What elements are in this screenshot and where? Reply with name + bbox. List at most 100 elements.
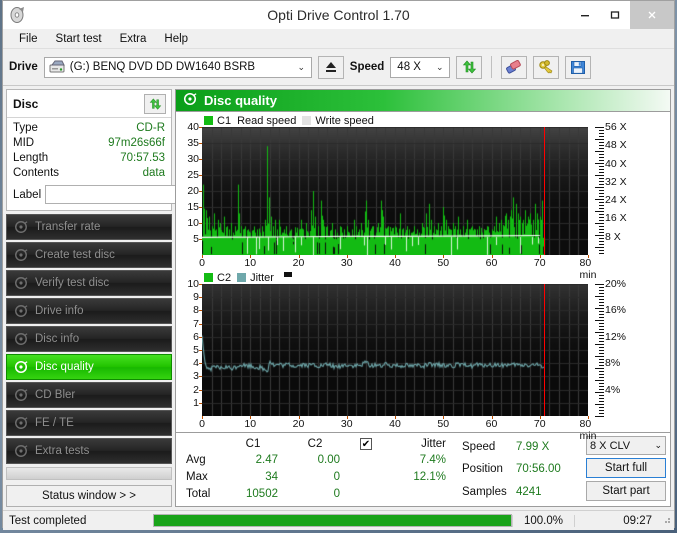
legend-label-read-speed: Read speed bbox=[237, 114, 297, 127]
disc-label-key: Label bbox=[13, 188, 42, 201]
progress-fill bbox=[154, 515, 511, 526]
info-value-samples: 4241 bbox=[516, 485, 542, 498]
progress-bar bbox=[153, 514, 512, 527]
y2-tick-label: 32 X bbox=[605, 175, 627, 188]
menu-item-file[interactable]: File bbox=[11, 31, 46, 47]
menu-bar: File Start test Extra Help bbox=[3, 29, 674, 49]
sidebar-item-transfer-rate[interactable]: Transfer rate bbox=[6, 214, 172, 240]
chevron-down-icon[interactable]: ⌄ bbox=[654, 440, 662, 451]
menu-item-start-test[interactable]: Start test bbox=[48, 31, 110, 47]
x-tick-label: 30 bbox=[340, 257, 353, 269]
disc-value-mid: 97m26s66f bbox=[108, 137, 165, 149]
c1-plot[interactable] bbox=[202, 127, 588, 255]
sidebar-item-cd-bler[interactable]: CD Bler bbox=[6, 382, 172, 408]
scale-mark bbox=[595, 320, 604, 321]
maximize-button[interactable] bbox=[600, 0, 630, 29]
disc-row-contents: Contents data bbox=[13, 166, 165, 181]
y2-tick-label: 16 X bbox=[605, 212, 627, 225]
jitter-checkbox[interactable]: ✔ bbox=[346, 436, 386, 452]
refresh-button[interactable] bbox=[456, 55, 483, 79]
x-tick-label: 0 bbox=[199, 418, 205, 430]
sidebar: Disc Type CD-R MID 97m26s66f Length 70:5… bbox=[6, 89, 247, 507]
scale-mark bbox=[595, 163, 604, 164]
x-tick bbox=[588, 255, 589, 258]
stats-header-jitter: Jitter bbox=[421, 438, 446, 450]
y-tick-label: 30 bbox=[187, 153, 199, 165]
sidebar-item-disc-quality[interactable]: Disc quality bbox=[6, 354, 172, 380]
c1-right-axis-labels: 8 X 16 X 24 X 32 X 40 X 48 X 56 X bbox=[604, 121, 636, 255]
write-strategy-select[interactable]: 8 X CLV ⌄ bbox=[586, 436, 666, 455]
stats-row-label-total: Total bbox=[186, 488, 211, 500]
scale-mark bbox=[595, 211, 604, 212]
chevron-down-icon[interactable]: ⌄ bbox=[294, 62, 309, 73]
c2-plot-row: 1 2 3 4 5 6 7 8 9 10 4% 8% 12% 16% 20% bbox=[178, 278, 668, 417]
start-full-button[interactable]: Start full bbox=[586, 458, 666, 478]
close-button[interactable] bbox=[630, 0, 674, 29]
disc-value-length: 70:57.53 bbox=[120, 152, 165, 164]
c2-y-axis-labels: 1 2 3 4 5 6 7 8 9 10 bbox=[178, 278, 202, 416]
scale-mark bbox=[595, 235, 604, 236]
x-tick bbox=[539, 416, 541, 419]
status-window-button[interactable]: Status window > > bbox=[6, 485, 172, 507]
title-bar: Opti Drive Control 1.70 bbox=[3, 0, 674, 29]
menu-item-extra[interactable]: Extra bbox=[112, 31, 155, 47]
keys-button[interactable] bbox=[533, 55, 560, 79]
x-tick bbox=[443, 255, 445, 258]
legend-item-c2: C2 bbox=[204, 272, 231, 284]
test-controls: 8 X CLV ⌄ Start full Start part bbox=[586, 436, 666, 503]
x-tick bbox=[298, 416, 300, 419]
x-tick-label: 60 bbox=[485, 257, 498, 269]
content-area: Disc quality C1 Read speed Write speed 5… bbox=[175, 89, 671, 507]
menu-item-help[interactable]: Help bbox=[156, 31, 196, 47]
stats-avg-jitter: 7.4% bbox=[419, 454, 446, 466]
sidebar-item-verify-test-disc[interactable]: Verify test disc bbox=[6, 270, 172, 296]
disc-value-type: CD-R bbox=[136, 122, 165, 134]
c2-legend: C2 Jitter bbox=[178, 271, 668, 284]
refresh-icon bbox=[149, 97, 161, 110]
sidebar-item-fe-te[interactable]: FE / TE bbox=[6, 410, 172, 436]
x-tick-label: 50 bbox=[437, 257, 450, 269]
x-tick-label: 10 bbox=[244, 257, 257, 269]
drive-value: (G:) BENQ DVD DD DW1640 BSRB bbox=[69, 61, 256, 73]
status-message: Test completed bbox=[9, 514, 87, 527]
eject-button[interactable] bbox=[317, 55, 344, 79]
c2-right-scale-ticks bbox=[588, 284, 604, 417]
chevron-down-icon[interactable]: ⌄ bbox=[432, 62, 447, 73]
legend-label-write-speed: Write speed bbox=[315, 114, 374, 127]
stats-row-label-avg: Avg bbox=[186, 454, 206, 466]
stats-avg-c1: 2.47 bbox=[255, 454, 278, 466]
x-tick bbox=[202, 255, 203, 258]
scale-mark bbox=[595, 356, 604, 357]
c1-y-axis-labels: 5 10 15 20 25 30 35 40 bbox=[178, 121, 202, 255]
sidebar-item-label: FE / TE bbox=[35, 417, 74, 429]
x-tick bbox=[250, 255, 252, 258]
x-tick-label: 10 bbox=[244, 418, 257, 430]
sidebar-item-label: CD Bler bbox=[35, 389, 76, 401]
resize-grip[interactable] bbox=[660, 513, 674, 528]
erase-button[interactable] bbox=[501, 55, 528, 79]
speed-select[interactable]: 48 X ⌄ bbox=[390, 56, 451, 78]
drive-select[interactable]: (G:) BENQ DVD DD DW1640 BSRB ⌄ bbox=[43, 56, 312, 78]
start-part-button[interactable]: Start part bbox=[586, 481, 666, 501]
sidebar-item-create-test-disc[interactable]: Create test disc bbox=[6, 242, 172, 268]
minimize-button[interactable] bbox=[570, 0, 600, 29]
x-tick-label: 70 bbox=[533, 418, 546, 430]
y2-tick-label: 16% bbox=[605, 304, 627, 317]
stats-corner bbox=[180, 436, 222, 452]
save-button[interactable] bbox=[565, 55, 592, 79]
sidebar-item-label: Drive info bbox=[35, 305, 84, 317]
x-tick bbox=[588, 416, 589, 419]
c1-x-axis: 0 10 20 30 40 50 60 70 80 min bbox=[199, 255, 596, 281]
x-tick bbox=[346, 255, 348, 258]
c2-plot[interactable] bbox=[202, 284, 588, 416]
sidebar-item-extra-tests[interactable]: Extra tests bbox=[6, 438, 172, 464]
y2-tick-label: 8% bbox=[605, 357, 621, 370]
sidebar-item-drive-info[interactable]: Drive info bbox=[6, 298, 172, 324]
legend-swatch-write-speed bbox=[302, 116, 312, 125]
y-tick-label: 20 bbox=[187, 185, 199, 197]
sidebar-item-disc-info[interactable]: Disc info bbox=[6, 326, 172, 352]
legend-label-c2: C2 bbox=[217, 271, 232, 284]
disc-refresh-button[interactable] bbox=[144, 94, 166, 114]
stats-max-c2: 0 bbox=[333, 471, 340, 483]
legend-swatch-extra bbox=[283, 272, 292, 277]
